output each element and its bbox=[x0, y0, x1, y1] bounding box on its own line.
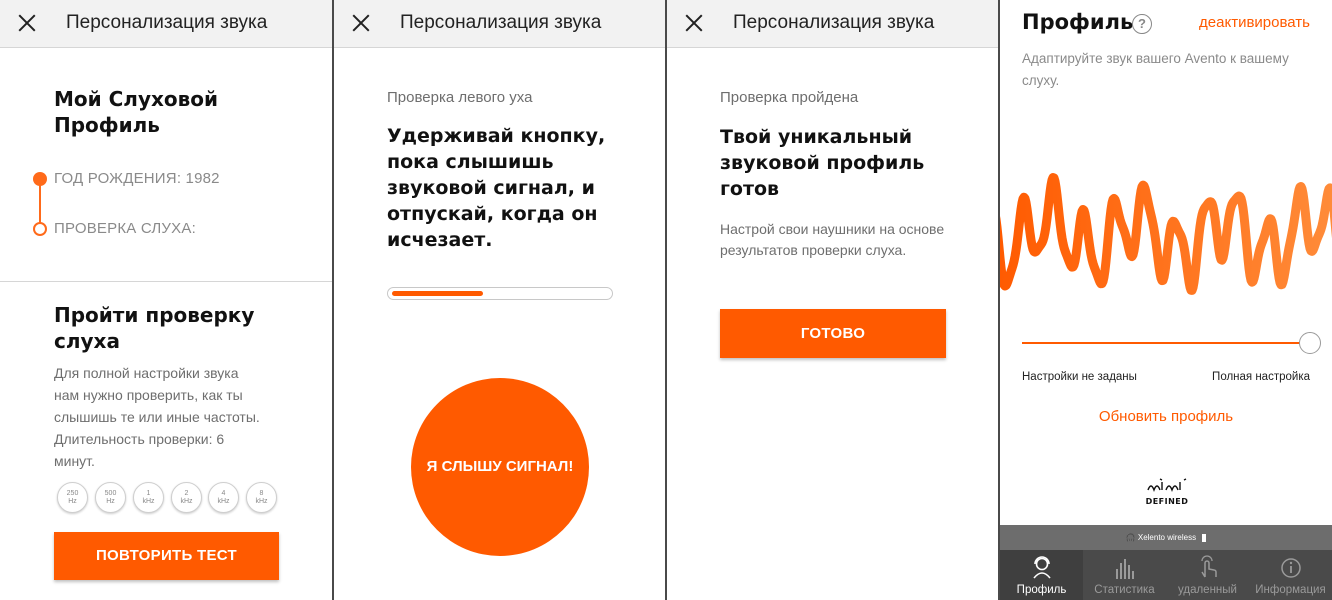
statistics-icon bbox=[1116, 559, 1134, 579]
close-icon[interactable] bbox=[14, 10, 40, 36]
connected-device-bar: 🎧 Xelento wireless bbox=[1000, 525, 1332, 550]
profile-description: Адаптируйте звук вашего Avento к вашему … bbox=[1022, 51, 1289, 88]
frequency-value: 8 bbox=[259, 490, 264, 497]
frequency-badge: 4 kHz bbox=[208, 482, 239, 513]
tab-label: удаленный bbox=[1178, 584, 1237, 596]
sound-wave-line bbox=[1000, 173, 1332, 295]
device-name: Xelento wireless bbox=[1137, 533, 1197, 542]
close-icon[interactable] bbox=[681, 10, 707, 36]
frequency-unit: Hz bbox=[68, 498, 77, 505]
done-button[interactable]: ГОТОВО bbox=[720, 309, 946, 358]
frequency-unit: kHz bbox=[180, 498, 193, 505]
close-icon[interactable] bbox=[348, 10, 374, 36]
frequency-unit: kHz bbox=[142, 498, 155, 505]
header-title: Персонализация звука bbox=[400, 12, 602, 33]
frequency-badge: 8 kHz bbox=[246, 482, 277, 513]
slider-min-label: Настройки не заданы bbox=[1022, 371, 1137, 383]
frequency-badge: 1 kHz bbox=[133, 482, 164, 513]
profile-slider-thumb[interactable] bbox=[1299, 332, 1321, 354]
test-instruction: Удерживай кнопку, пока слышишь звуковой … bbox=[387, 125, 606, 251]
test-subtitle: Проверка левого уха bbox=[387, 89, 533, 106]
test-description: Для полной настройки звука нам нужно про… bbox=[54, 365, 260, 469]
test-complete-screen: Персонализация звука Проверка пройдена Т… bbox=[667, 0, 998, 600]
sound-wave-graphic bbox=[1000, 173, 1332, 295]
header-bar: Персонализация звука bbox=[0, 0, 332, 48]
hearing-profile-screen: Персонализация звука Мой Слуховой Профил… bbox=[0, 0, 332, 600]
help-icon[interactable]: ? bbox=[1132, 14, 1152, 34]
header-title: Персонализация звука bbox=[733, 12, 935, 33]
tab-statistics[interactable]: Статистика bbox=[1083, 550, 1166, 600]
tab-label: Статистика bbox=[1094, 584, 1155, 596]
update-profile-link[interactable]: Обновить профиль bbox=[1000, 408, 1332, 425]
info-icon bbox=[1281, 558, 1301, 578]
hearing-test-label: ПРОВЕРКА СЛУХА: bbox=[54, 220, 196, 237]
svg-text:DEFINED: DEFINED bbox=[1146, 497, 1189, 506]
tab-label: Профиль bbox=[1016, 584, 1067, 596]
birth-year-label: ГОД РОЖДЕНИЯ: 1982 bbox=[54, 170, 220, 187]
deactivate-link[interactable]: деактивировать bbox=[1199, 14, 1310, 31]
battery-icon bbox=[1202, 533, 1207, 542]
result-subtitle: Проверка пройдена bbox=[720, 89, 859, 106]
frequency-unit: Hz bbox=[106, 498, 115, 505]
headphones-icon: 🎧 bbox=[1125, 533, 1136, 542]
test-progress-bar bbox=[387, 287, 613, 300]
test-title: Пройти проверку слуха bbox=[54, 303, 255, 353]
header-title: Персонализация звука bbox=[66, 12, 268, 33]
frequency-value: 2 bbox=[184, 490, 189, 497]
timeline-connector bbox=[39, 184, 41, 224]
remote-icon bbox=[1201, 555, 1217, 578]
slider-max-label: Полная настройка bbox=[1212, 371, 1310, 383]
frequency-value: 1 bbox=[146, 490, 151, 497]
result-heading: Твой уникальный звуковой профиль готов bbox=[720, 126, 925, 200]
frequency-badge: 250 Hz bbox=[57, 482, 88, 513]
frequency-badge: 2 kHz bbox=[171, 482, 202, 513]
frequency-value: 500 bbox=[104, 490, 117, 497]
tab-info[interactable]: Информация bbox=[1249, 550, 1332, 600]
page-title: Профиль bbox=[1022, 10, 1134, 34]
frequency-unit: kHz bbox=[217, 498, 230, 505]
profile-title: Мой Слуховой Профиль bbox=[54, 87, 219, 137]
profile-slider-track[interactable] bbox=[1022, 342, 1306, 344]
frequency-value: 250 bbox=[66, 490, 79, 497]
frequency-badge: 500 Hz bbox=[95, 482, 126, 513]
header-bar: Персонализация звука bbox=[667, 0, 998, 48]
tab-profile[interactable]: Профиль bbox=[1000, 550, 1083, 600]
frequency-unit: kHz bbox=[255, 498, 268, 505]
tab-remote[interactable]: удаленный bbox=[1166, 550, 1249, 600]
profile-screen: Профиль ? деактивировать Адаптируйте зву… bbox=[1000, 0, 1332, 600]
header-bar: Персонализация звука bbox=[334, 0, 665, 48]
repeat-test-button[interactable]: ПОВТОРИТЬ ТЕСТ bbox=[54, 532, 279, 580]
frequency-value: 4 bbox=[221, 490, 226, 497]
hear-signal-button[interactable]: Я СЛЫШУ СИГНАЛ! bbox=[411, 378, 589, 556]
left-ear-test-screen: Персонализация звука Проверка левого уха… bbox=[334, 0, 665, 600]
section-divider bbox=[0, 281, 332, 282]
mimi-defined-logo: DEFINED bbox=[1146, 478, 1189, 506]
timeline-dot-empty bbox=[33, 222, 47, 236]
bottom-tab-bar: Профиль Статистика удаленный Информация bbox=[1000, 550, 1332, 600]
test-progress-fill bbox=[392, 291, 483, 296]
profile-icon bbox=[1033, 556, 1051, 579]
tab-label: Информация bbox=[1255, 584, 1326, 596]
result-description: Настрой свои наушники на основе результа… bbox=[720, 221, 945, 258]
